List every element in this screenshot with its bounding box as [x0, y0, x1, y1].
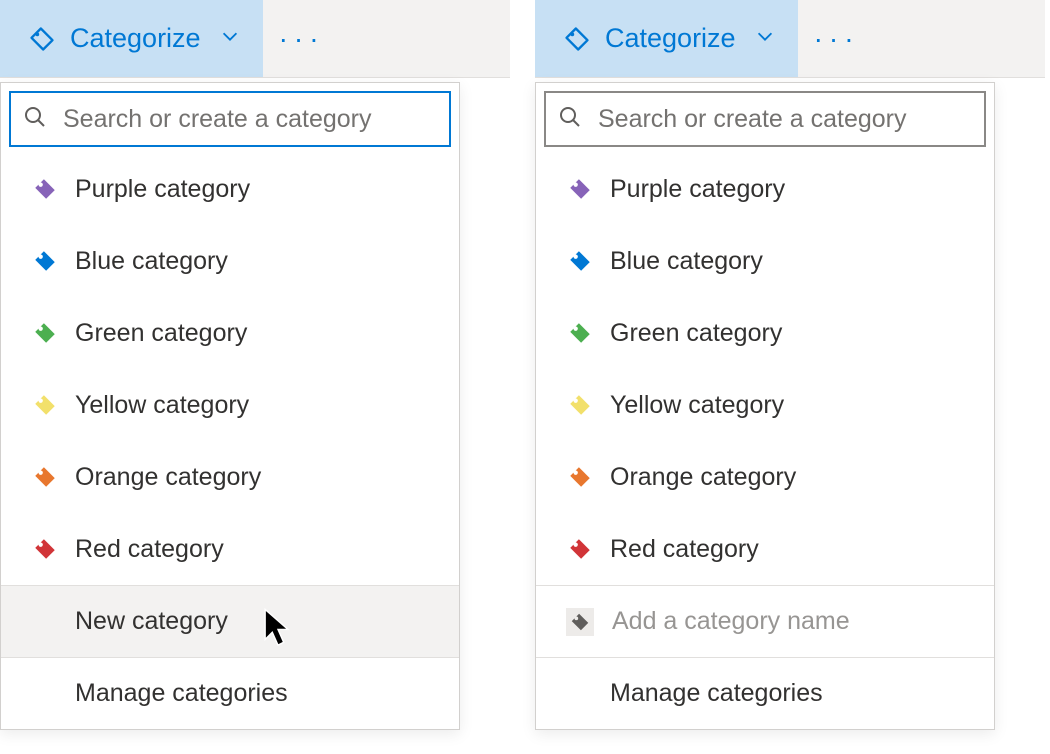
tag-icon [566, 463, 594, 491]
category-list: Purple category Blue category Green cate… [1, 153, 459, 585]
category-list: Purple category Blue category Green cate… [536, 153, 994, 585]
category-label: Red category [610, 535, 759, 564]
toolbar: Categorize ··· [535, 0, 1045, 78]
category-red[interactable]: Red category [536, 513, 994, 585]
category-label: Yellow category [610, 391, 784, 420]
manage-categories-label: Manage categories [610, 679, 823, 708]
tag-icon [31, 535, 59, 563]
category-blue[interactable]: Blue category [536, 225, 994, 297]
tag-icon [563, 25, 591, 53]
category-green[interactable]: Green category [536, 297, 994, 369]
category-purple[interactable]: Purple category [536, 153, 994, 225]
panel-left: Categorize ··· Purple category Blue cate… [0, 0, 510, 730]
chevron-down-icon [219, 25, 241, 52]
tag-icon [28, 25, 56, 53]
category-red[interactable]: Red category [1, 513, 459, 585]
category-label: Green category [610, 319, 782, 348]
category-label: Orange category [75, 463, 261, 492]
tag-icon [566, 247, 594, 275]
categorize-label: Categorize [605, 23, 736, 54]
category-label: Blue category [610, 247, 763, 276]
toolbar: Categorize ··· [0, 0, 510, 78]
category-label: Orange category [610, 463, 796, 492]
manage-categories-label: Manage categories [75, 679, 288, 708]
category-label: Yellow category [75, 391, 249, 420]
search-icon [558, 105, 582, 134]
categorize-dropdown: Purple category Blue category Green cate… [0, 82, 460, 730]
category-label: Purple category [610, 175, 785, 204]
tag-icon [31, 247, 59, 275]
category-label: Blue category [75, 247, 228, 276]
categorize-button[interactable]: Categorize [535, 0, 798, 77]
search-input[interactable] [596, 104, 972, 135]
categorize-button[interactable]: Categorize [0, 0, 263, 77]
category-label: Red category [75, 535, 224, 564]
category-blue[interactable]: Blue category [1, 225, 459, 297]
category-purple[interactable]: Purple category [1, 153, 459, 225]
search-icon [23, 105, 47, 134]
category-orange[interactable]: Orange category [1, 441, 459, 513]
category-label: Green category [75, 319, 247, 348]
tag-icon [566, 391, 594, 419]
manage-categories-item[interactable]: Manage categories [536, 657, 994, 729]
categorize-dropdown: Purple category Blue category Green cate… [535, 82, 995, 730]
tag-icon [566, 319, 594, 347]
overflow-button[interactable]: ··· [263, 0, 341, 77]
tag-icon [566, 608, 594, 636]
new-category-label: New category [75, 607, 228, 636]
new-category-name-input[interactable] [610, 606, 984, 637]
search-box[interactable] [544, 91, 986, 147]
chevron-down-icon [754, 25, 776, 52]
search-box[interactable] [9, 91, 451, 147]
new-category-item[interactable]: New category [1, 585, 459, 657]
category-orange[interactable]: Orange category [536, 441, 994, 513]
tag-icon [566, 175, 594, 203]
panel-right: Categorize ··· Purple category Blue cate… [535, 0, 1045, 730]
overflow-button[interactable]: ··· [798, 0, 876, 77]
category-yellow[interactable]: Yellow category [1, 369, 459, 441]
tag-icon [566, 535, 594, 563]
category-label: Purple category [75, 175, 250, 204]
categorize-label: Categorize [70, 23, 201, 54]
more-icon: ··· [814, 23, 860, 55]
tag-icon [31, 463, 59, 491]
category-yellow[interactable]: Yellow category [536, 369, 994, 441]
more-icon: ··· [279, 23, 325, 55]
manage-categories-item[interactable]: Manage categories [1, 657, 459, 729]
search-input[interactable] [61, 104, 437, 135]
category-green[interactable]: Green category [1, 297, 459, 369]
tag-icon [31, 175, 59, 203]
new-category-inline[interactable] [536, 585, 994, 657]
tag-icon [31, 391, 59, 419]
tag-icon [31, 319, 59, 347]
cursor-icon [263, 608, 293, 655]
